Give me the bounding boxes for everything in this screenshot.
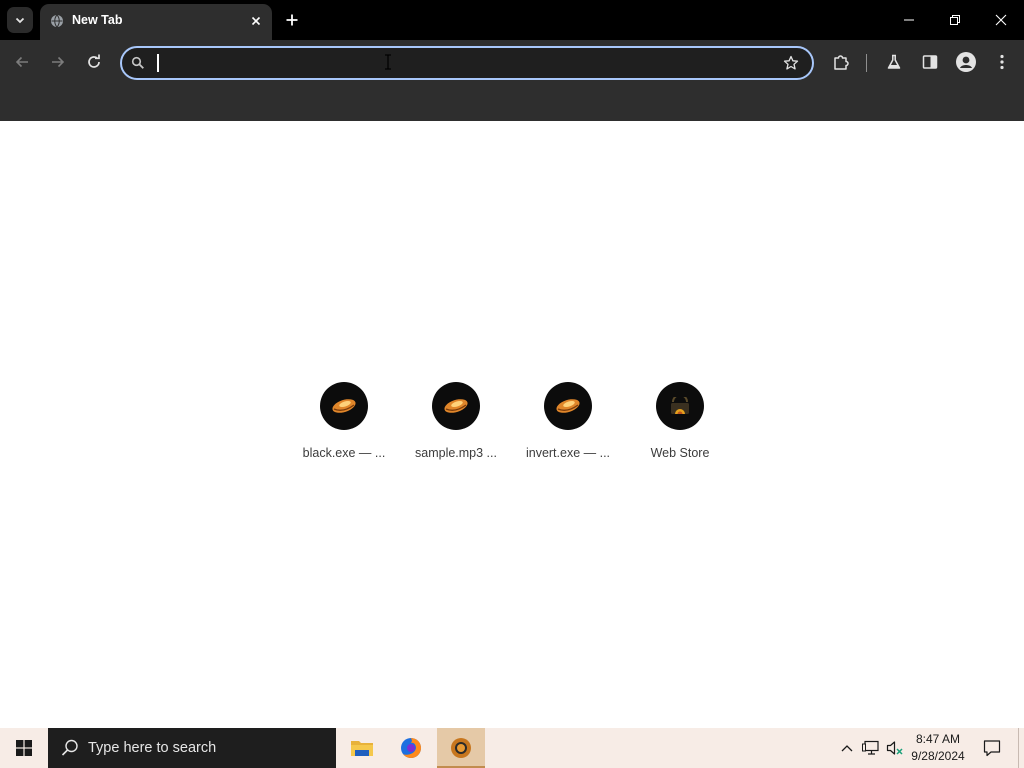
taskbar-search-placeholder: Type here to search: [88, 740, 217, 756]
shortcut-icon: [432, 382, 480, 430]
volume-button[interactable]: [885, 738, 905, 758]
file-explorer-icon: [351, 741, 373, 756]
restore-icon: [950, 15, 960, 25]
close-icon: [995, 14, 1007, 26]
start-button[interactable]: [0, 728, 48, 768]
address-bar[interactable]: [120, 46, 814, 80]
puzzle-icon: [834, 55, 849, 70]
ember-icon: [332, 399, 356, 413]
chrome-icon: [451, 738, 471, 758]
shortcut-tile[interactable]: black.exe — ...: [288, 379, 400, 469]
shortcut-tile[interactable]: Web Store: [624, 379, 736, 469]
search-icon: [131, 56, 144, 69]
profile-button[interactable]: [951, 47, 981, 77]
chevron-up-icon: [841, 745, 853, 752]
globe-icon: [51, 14, 63, 28]
web-store-icon: [671, 397, 689, 414]
address-input[interactable]: [156, 51, 756, 75]
back-button[interactable]: [7, 47, 37, 77]
reload-icon: [88, 54, 100, 68]
shortcut-icon: [320, 382, 368, 430]
taskbar-file-explorer[interactable]: [338, 728, 386, 768]
arrow-left-icon: [15, 56, 28, 68]
arrow-right-icon: [52, 56, 65, 68]
windows-taskbar: Type here to search 8:47 AM 9/28/2024: [0, 728, 1024, 768]
new-tab-button[interactable]: [281, 9, 303, 31]
side-panel-button[interactable]: [915, 47, 945, 77]
minimize-icon: [904, 19, 914, 21]
browser-title-bar: New Tab: [0, 0, 1024, 40]
close-icon: [251, 16, 261, 26]
firefox-icon: [401, 738, 421, 758]
side-panel-icon: [922, 55, 938, 69]
flask-icon: [887, 54, 901, 69]
action-center-button[interactable]: [976, 728, 1008, 768]
taskbar-firefox[interactable]: [387, 728, 435, 768]
shortcut-tile[interactable]: sample.mp3 ...: [400, 379, 512, 469]
menu-button[interactable]: [987, 47, 1017, 77]
bookmarks-bar: [0, 84, 1024, 121]
new-tab-page: black.exe — ... sample.mp3 ... invert.ex…: [0, 121, 1024, 728]
bookmark-star-button[interactable]: [782, 54, 800, 72]
shortcut-label: black.exe — ...: [302, 446, 386, 460]
search-icon: [61, 739, 78, 756]
shortcut-label: invert.exe — ...: [525, 446, 611, 460]
minimize-button[interactable]: [886, 0, 932, 40]
ember-icon: [444, 399, 468, 413]
tab-search-button[interactable]: [7, 7, 33, 33]
more-vert-icon: [1000, 54, 1004, 70]
plus-icon: [286, 14, 298, 26]
extensions-button[interactable]: [826, 47, 856, 77]
reload-button[interactable]: [79, 47, 109, 77]
toolbar-separator: [866, 54, 867, 72]
labs-button[interactable]: [879, 47, 909, 77]
taskbar-search-box[interactable]: Type here to search: [48, 728, 336, 768]
windows-logo-icon: [16, 740, 32, 756]
shortcut-label: Web Store: [650, 446, 710, 460]
taskbar-chrome[interactable]: [437, 728, 485, 768]
system-clock[interactable]: 8:47 AM 9/28/2024: [904, 731, 972, 765]
browser-toolbar: [0, 40, 1024, 84]
avatar-icon: [956, 52, 976, 72]
show-hidden-icons-button[interactable]: [837, 738, 857, 758]
shortcut-icon: [544, 382, 592, 430]
close-window-button[interactable]: [978, 0, 1024, 40]
network-button[interactable]: [861, 738, 881, 758]
ember-icon: [556, 399, 580, 413]
tab-title: New Tab: [72, 13, 123, 27]
speaker-muted-icon: [886, 741, 903, 755]
shortcut-tile[interactable]: invert.exe — ...: [512, 379, 624, 469]
text-caret: [157, 54, 159, 72]
clock-time: 8:47 AM: [915, 732, 961, 746]
chevron-down-icon: [15, 17, 25, 24]
notification-icon: [983, 740, 1001, 757]
star-icon: [783, 55, 799, 70]
network-icon: [862, 740, 879, 755]
shortcut-icon: [656, 382, 704, 430]
show-desktop-button[interactable]: [1018, 728, 1024, 768]
tab-close-button[interactable]: [248, 13, 264, 29]
clock-date: 9/28/2024: [911, 749, 965, 763]
restore-button[interactable]: [932, 0, 978, 40]
shortcut-label: sample.mp3 ...: [415, 446, 497, 460]
active-tab[interactable]: New Tab: [40, 4, 272, 40]
forward-button[interactable]: [43, 47, 73, 77]
text-cursor-icon: [385, 54, 391, 70]
